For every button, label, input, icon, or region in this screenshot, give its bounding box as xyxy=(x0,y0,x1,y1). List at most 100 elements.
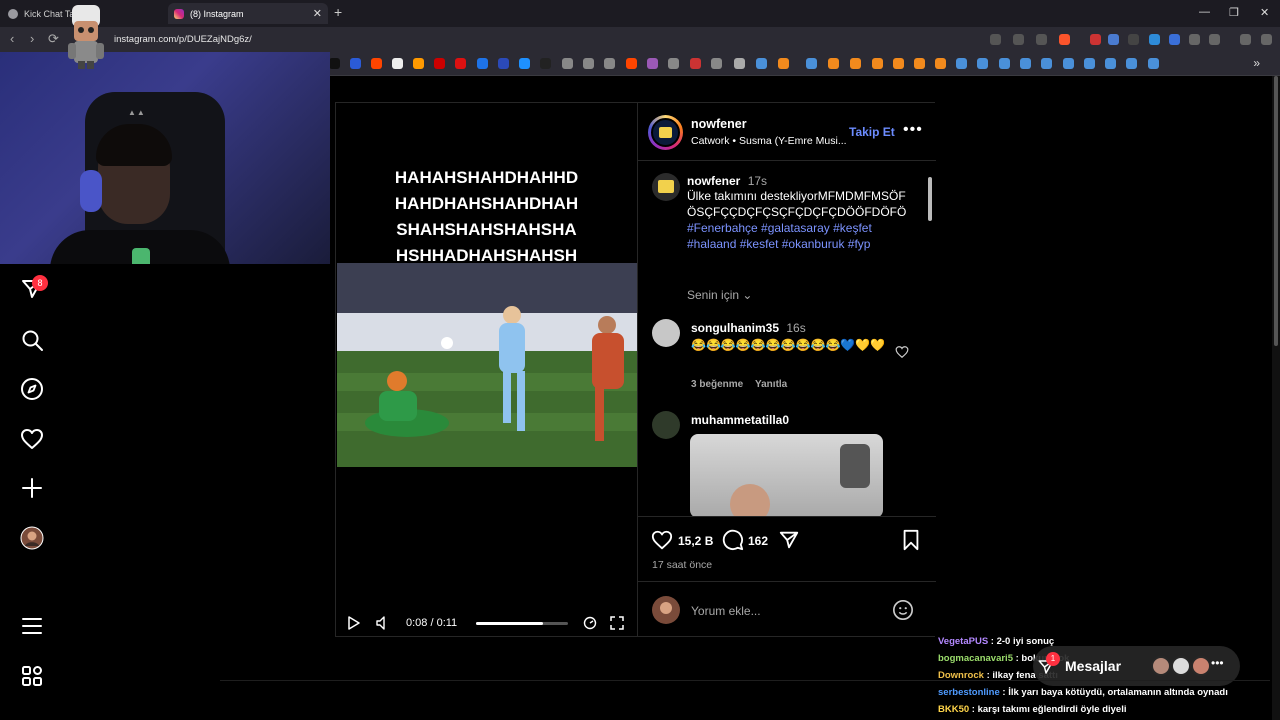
profile-icon[interactable] xyxy=(20,526,44,550)
caption-username[interactable]: nowfener 17s xyxy=(687,174,767,188)
bookmark-icon[interactable] xyxy=(540,58,551,69)
comment-username[interactable]: muhammetatilla0 xyxy=(691,413,789,427)
tab-instagram[interactable]: (8) Instagram ✕ xyxy=(168,3,328,24)
sidebar-icon[interactable] xyxy=(1209,34,1220,45)
comments-list[interactable]: nowfener 17s Ülke takımını destekliyorMF… xyxy=(638,161,936,516)
mute-icon[interactable] xyxy=(376,616,388,630)
minimize-button[interactable]: — xyxy=(1199,6,1210,18)
new-tab-button[interactable]: + xyxy=(334,4,342,20)
fullscreen-icon[interactable] xyxy=(610,616,624,630)
bookmark-icon[interactable] xyxy=(690,58,701,69)
explore-icon[interactable] xyxy=(20,377,44,401)
bookmark-icon[interactable] xyxy=(914,58,925,69)
bookmark-icon[interactable] xyxy=(519,58,530,69)
bookmark-icon[interactable] xyxy=(999,58,1010,69)
bookmark-icon[interactable] xyxy=(434,58,445,69)
like-icon[interactable] xyxy=(651,529,673,551)
emoji-icon[interactable] xyxy=(892,599,914,621)
audio-track[interactable]: Catwork • Susma (Y-Emre Musi... xyxy=(691,135,849,147)
comment-image[interactable] xyxy=(690,434,883,516)
bookmark-icon[interactable] xyxy=(806,58,817,69)
comment-icon[interactable] xyxy=(722,529,744,551)
create-icon[interactable] xyxy=(20,476,44,500)
extension-icon[interactable] xyxy=(1128,34,1139,45)
bookmark-icon[interactable] xyxy=(977,58,988,69)
cast-icon[interactable] xyxy=(1013,34,1024,45)
bookmark-icon[interactable] xyxy=(350,58,361,69)
bookmark-icon[interactable] xyxy=(756,58,767,69)
bookmark-icon[interactable] xyxy=(1148,58,1159,69)
search-icon[interactable] xyxy=(20,328,44,352)
speed-icon[interactable] xyxy=(583,616,597,630)
share-icon[interactable] xyxy=(1036,34,1047,45)
comment-likes[interactable]: 3 beğenme xyxy=(691,379,743,390)
bookmark-icon[interactable] xyxy=(1041,58,1052,69)
caption-hashtags[interactable]: #halaand #kesfet #okanburuk #fyp xyxy=(687,236,915,252)
bookmark-icon[interactable] xyxy=(935,58,946,69)
page-scrollbar[interactable] xyxy=(1272,76,1280,720)
more-bookmarks-icon[interactable]: » xyxy=(1253,56,1260,70)
bookmark-icon[interactable] xyxy=(850,58,861,69)
menu-icon[interactable] xyxy=(1261,34,1272,45)
bookmark-icon[interactable] xyxy=(498,58,509,69)
scroll-thumb[interactable] xyxy=(928,177,932,221)
bookmark-icon[interactable] xyxy=(711,58,722,69)
more-options-icon[interactable]: ••• xyxy=(903,121,923,139)
bookmark-icon[interactable] xyxy=(392,58,403,69)
extension-icon[interactable] xyxy=(1169,34,1180,45)
close-window-button[interactable]: ✕ xyxy=(1260,6,1269,19)
extension-icon[interactable] xyxy=(1149,34,1160,45)
bookmark-icon[interactable] xyxy=(1063,58,1074,69)
bookmark-icon[interactable] xyxy=(828,58,839,69)
menu-icon[interactable] xyxy=(20,614,44,638)
folder-icon[interactable] xyxy=(734,58,745,69)
close-tab-icon[interactable]: ✕ xyxy=(313,7,322,20)
reload-icon[interactable]: ⟳ xyxy=(48,32,59,46)
follow-button[interactable]: Takip Et xyxy=(849,125,895,139)
extension-icon[interactable] xyxy=(1108,34,1119,45)
bookmark-icon[interactable] xyxy=(477,58,488,69)
comment-username[interactable]: songulhanim35 16s xyxy=(691,321,806,335)
zoom-icon[interactable] xyxy=(990,34,1001,45)
save-icon[interactable] xyxy=(900,529,922,551)
more-options-icon[interactable]: ••• xyxy=(1211,656,1224,670)
bookmark-icon[interactable] xyxy=(893,58,904,69)
notifications-icon[interactable] xyxy=(20,427,44,451)
reply-button[interactable]: Yanıtla xyxy=(755,379,787,390)
bookmark-icon[interactable] xyxy=(1105,58,1116,69)
bookmark-icon[interactable] xyxy=(626,58,637,69)
bookmark-icon[interactable] xyxy=(778,58,789,69)
like-count[interactable]: 15,2 B xyxy=(678,534,713,548)
bookmark-icon[interactable] xyxy=(329,58,340,69)
media-icon[interactable] xyxy=(1240,34,1251,45)
bookmark-icon[interactable] xyxy=(604,58,615,69)
commenter-avatar[interactable] xyxy=(652,319,680,347)
comment-sort-dropdown[interactable]: Senin için ⌄ xyxy=(687,288,752,302)
play-icon[interactable] xyxy=(348,616,360,630)
bookmark-icon[interactable] xyxy=(455,58,466,69)
comments-scrollbar[interactable] xyxy=(926,165,934,516)
caption-hashtags[interactable]: #Fenerbahçe #galatasaray #keşfet xyxy=(687,220,915,236)
bookmark-icon[interactable] xyxy=(668,58,679,69)
bookmark-icon[interactable] xyxy=(872,58,883,69)
bookmark-icon[interactable] xyxy=(583,58,594,69)
video-progress-bar[interactable] xyxy=(476,622,568,625)
author-avatar-small[interactable] xyxy=(652,173,680,201)
commenter-avatar[interactable] xyxy=(652,411,680,439)
like-comment-icon[interactable] xyxy=(895,345,909,359)
author-avatar[interactable] xyxy=(648,115,683,150)
puzzle-icon[interactable] xyxy=(1189,34,1200,45)
bookmark-icon[interactable] xyxy=(1126,58,1137,69)
maximize-button[interactable]: ❐ xyxy=(1229,6,1239,19)
back-icon[interactable]: ‹ xyxy=(10,32,14,46)
brave-shield-icon[interactable] xyxy=(1059,34,1070,45)
bookmark-icon[interactable] xyxy=(956,58,967,69)
url-field[interactable]: instagram.com/p/DUEZajNDg6z/ xyxy=(104,31,984,48)
bookmark-icon[interactable] xyxy=(562,58,573,69)
extension-icon[interactable] xyxy=(1090,34,1101,45)
bookmark-icon[interactable] xyxy=(413,58,424,69)
bookmark-icon[interactable] xyxy=(371,58,382,69)
author-username[interactable]: nowfener xyxy=(691,117,747,131)
page-scroll-thumb[interactable] xyxy=(1274,76,1278,346)
forward-icon[interactable]: › xyxy=(30,32,34,46)
